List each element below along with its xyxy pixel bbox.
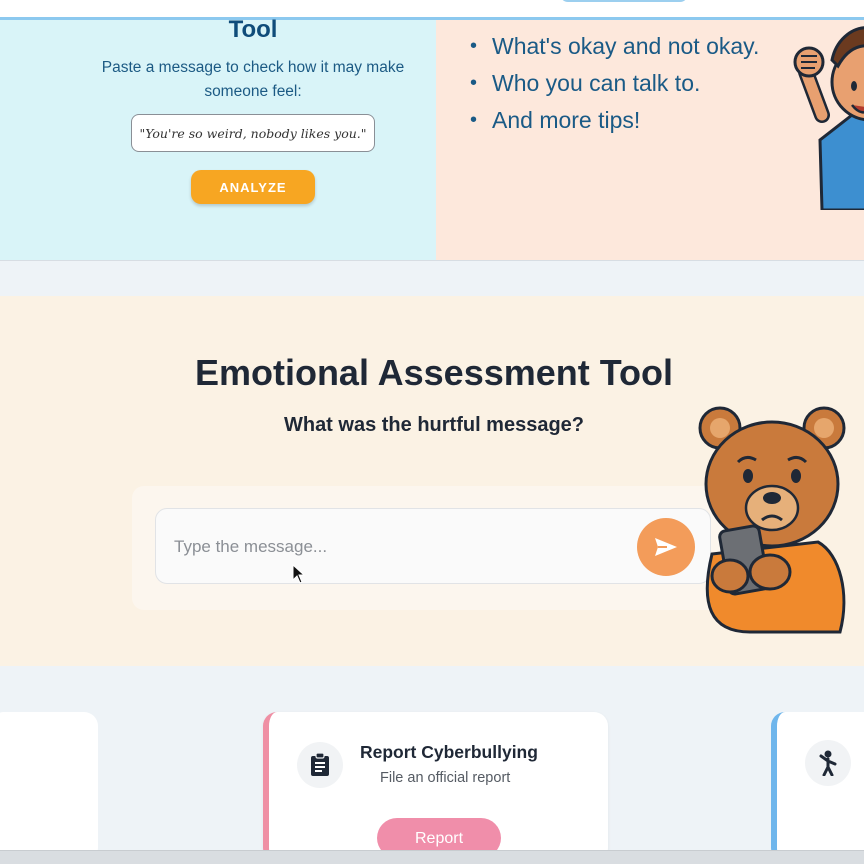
analyze-button[interactable]: ANALYZE: [191, 170, 315, 204]
tip-item: And more tips!: [468, 104, 759, 141]
nav-pill[interactable]: [560, 0, 688, 2]
message-input[interactable]: [174, 533, 614, 561]
clipboard-icon-circle: [297, 742, 343, 788]
sample-message-box[interactable]: "You're so weird, nobody likes you.": [131, 114, 375, 152]
tool-title: Tool: [228, 16, 278, 43]
sad-bear-illustration: [698, 406, 846, 634]
tip-item: Who you can talk to.: [468, 67, 759, 104]
page: Tool Paste a message to check how it may…: [0, 0, 864, 864]
cheering-kid-illustration: [793, 26, 864, 210]
emotional-assessment-section: Emotional Assessment Tool What was the h…: [0, 296, 864, 666]
send-icon: [655, 538, 677, 556]
assessment-title: Emotional Assessment Tool: [194, 352, 674, 393]
mouse-cursor-icon: [292, 564, 306, 584]
clipboard-icon: [311, 753, 329, 776]
tip-item: What's okay and not okay.: [468, 30, 759, 67]
tool-description: Paste a message to check how it may make…: [101, 59, 405, 100]
send-button[interactable]: [637, 518, 695, 576]
action-cards-section: Report Cyberbullying File an official re…: [0, 666, 864, 864]
report-card-description: File an official report: [380, 770, 511, 786]
report-card-title: Report Cyberbullying: [360, 742, 538, 762]
tips-list: What's okay and not okay. Who you can ta…: [468, 30, 759, 141]
message-field[interactable]: [155, 508, 711, 584]
message-check-panel: Tool Paste a message to check how it may…: [0, 16, 436, 260]
card-partial-right[interactable]: [771, 712, 864, 862]
report-card[interactable]: Report Cyberbullying File an official re…: [263, 712, 608, 862]
tips-panel: What's okay and not okay. Who you can ta…: [436, 20, 864, 260]
person-icon-circle: [805, 740, 851, 786]
section-divider: [0, 260, 864, 296]
bottom-bar: [0, 850, 864, 864]
person-icon: [819, 750, 837, 776]
card-partial-left[interactable]: [0, 712, 98, 862]
